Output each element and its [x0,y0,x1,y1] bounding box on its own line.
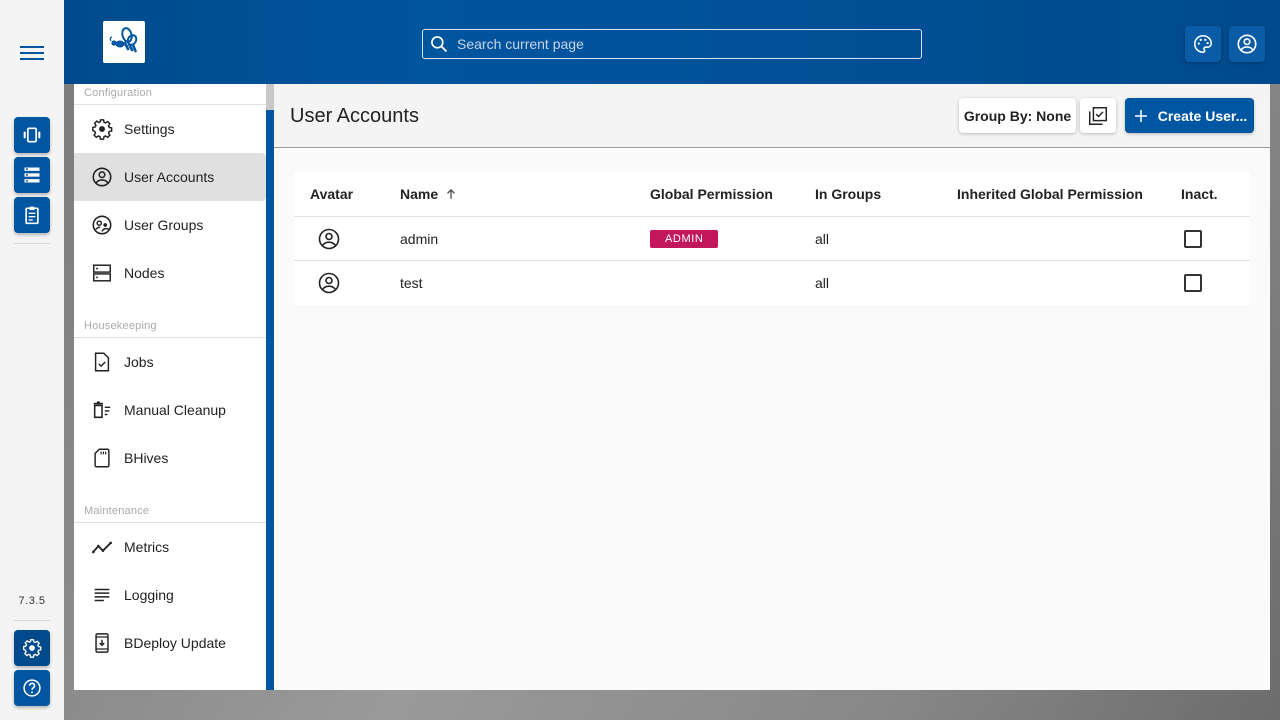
section-title-housekeeping: Housekeeping [74,317,266,338]
nav-item-label: Logging [124,587,174,603]
nav-item-manual-cleanup[interactable]: Manual Cleanup [74,386,266,434]
nav-item-label: BHives [124,450,169,466]
rail-button-help[interactable] [14,670,50,706]
vibration-phone-icon [23,127,41,143]
account-circle-icon [1237,34,1257,54]
nav-item-label: Jobs [124,354,154,370]
nav-item-label: Settings [124,121,175,137]
nav-item-jobs[interactable]: Jobs [74,338,266,386]
plus-icon [1134,109,1147,122]
palette-icon [1194,34,1213,54]
inactive-checkbox[interactable] [1184,229,1202,248]
rail-button-servers[interactable] [14,157,50,193]
create-user-label: Create User... [1157,107,1248,124]
column-header-name[interactable]: Name [400,186,650,202]
hamburger-menu-icon[interactable] [20,46,44,62]
page-title: User Accounts [290,105,419,127]
left-rail: 7.3.5 [0,0,64,720]
column-header-inherited-global-permission[interactable]: Inherited Global Permission [957,186,1181,202]
page-header: User Accounts Group By: None Create User… [274,84,1270,148]
nav-item-logging[interactable]: Logging [74,571,266,619]
app-area: Configuration Settings User Accounts Use… [64,0,1280,720]
create-user-button[interactable]: Create User... [1125,98,1254,133]
nav-item-label: Metrics [124,539,170,555]
group-by-button[interactable]: Group By: None [959,98,1076,133]
bee-logo[interactable] [103,21,145,63]
nav-item-label: User Groups [124,217,204,233]
main-content: User Accounts Group By: None Create User… [274,84,1270,690]
cleanup-icon [90,398,114,422]
nav-item-label: Manual Cleanup [124,402,226,418]
line-chart-icon [90,535,114,559]
column-header-inactive[interactable]: Inact. [1181,186,1250,202]
column-header-name-label: Name [400,186,439,202]
table-header-row: Avatar Name Global Permission In Groups … [294,172,1250,217]
notes-icon [90,583,114,607]
file-check-icon [90,350,114,374]
nav-item-bhives[interactable]: BHives [74,434,266,482]
help-circle-icon [23,679,41,697]
user-name: test [400,275,423,291]
user-groups: all [815,230,830,247]
nav-item-metrics[interactable]: Metrics [74,523,266,571]
theme-button[interactable] [1185,26,1221,62]
section-title-maintenance: Maintenance [74,502,266,523]
nav-item-nodes[interactable]: Nodes [74,249,266,297]
nav-item-bdeploy-update[interactable]: BDeploy Update [74,619,266,667]
clipboard-icon [25,206,39,225]
user-groups: all [815,275,830,291]
user-accounts-table: Avatar Name Global Permission In Groups … [294,172,1250,305]
avatar [310,271,348,295]
user-name: admin [400,230,439,247]
rail-button-administration[interactable] [14,630,50,666]
account-circle-icon [318,272,340,294]
nav-item-label: BDeploy Update [124,635,226,651]
group-icon [90,213,114,237]
search-input[interactable] [457,36,907,52]
nav-item-user-accounts[interactable]: User Accounts [74,153,266,201]
rail-button-instances[interactable] [14,117,50,153]
top-bar [64,0,1280,84]
sort-arrow-up-icon [447,188,456,199]
column-header-global-permission[interactable]: Global Permission [650,186,815,202]
user-menu-button[interactable] [1229,26,1265,62]
nav-item-label: Nodes [124,265,165,281]
bee-logo-icon [109,27,138,53]
gear-icon [90,117,114,141]
version-label: 7.3.5 [18,595,46,607]
rail-button-reports[interactable] [14,197,50,233]
permission-badge: ADMIN [650,230,719,248]
gear-icon [23,639,42,658]
nav-item-settings[interactable]: Settings [74,105,266,153]
inactive-checkbox[interactable] [1184,274,1202,292]
table-row[interactable]: admin ADMIN all [294,217,1250,261]
column-header-in-groups[interactable]: In Groups [815,186,957,202]
table-row[interactable]: test all [294,261,1250,305]
nav-item-user-groups[interactable]: User Groups [74,201,266,249]
sd-card-icon [90,446,114,470]
scrollbar-thumb[interactable] [266,84,274,110]
admin-side-nav: Configuration Settings User Accounts Use… [74,84,266,690]
server-list-icon [24,167,40,183]
search-icon [431,36,448,53]
account-circle-icon [318,228,340,249]
search-field[interactable] [422,29,922,59]
side-nav-scrollbar[interactable] [266,84,274,690]
account-circle-icon [90,165,114,189]
avatar [310,227,348,251]
dns-icon [90,261,114,285]
library-add-check-icon [1089,106,1107,125]
column-header-avatar[interactable]: Avatar [294,186,400,202]
rail-divider [14,620,50,621]
rail-divider [14,243,50,244]
system-update-icon [90,631,114,655]
bulk-select-button[interactable] [1080,98,1116,133]
section-title-configuration: Configuration [74,84,266,105]
nav-item-label: User Accounts [124,169,215,185]
